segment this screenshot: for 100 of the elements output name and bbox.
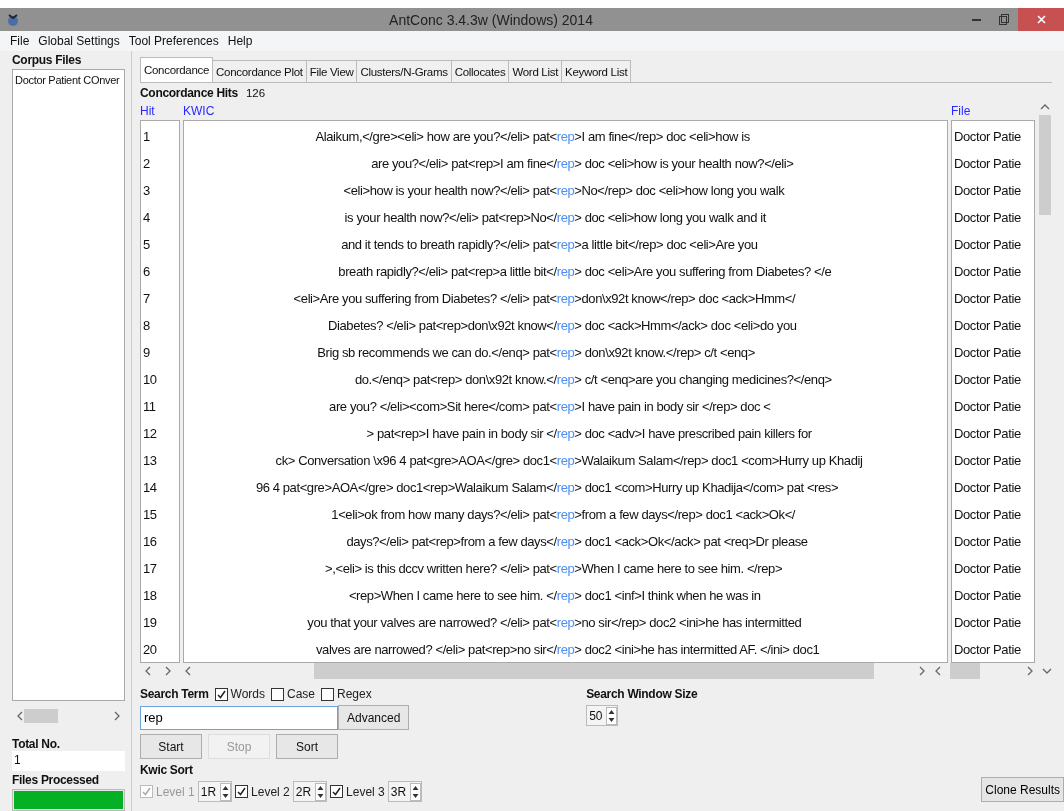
search-field[interactable]: rep [140, 705, 338, 730]
checkbox[interactable] [214, 687, 228, 701]
file-cell-text: Doctor Patie [953, 398, 1022, 416]
checkbox[interactable] [235, 785, 249, 798]
checkbox-label: Level 1 [156, 784, 195, 799]
kwic-line: > pat<rep>I have pain in body sir </rep> doc <adv>I have prescribed pain killers for [365, 425, 813, 443]
tab[interactable]: Keyword List [561, 60, 632, 82]
file-cell-text: Doctor Patie [953, 425, 1022, 443]
kwic-line: Alaikum,</gre><eli> how are you?</eli> pat<rep>I am fine</rep> doc <eli>how is [314, 128, 751, 146]
hit-number: 6 [142, 263, 151, 281]
scrollbar-thumb[interactable] [950, 663, 980, 679]
scrollbar-thumb[interactable] [24, 709, 58, 723]
hit-number: 9 [142, 344, 151, 362]
file-cell-text: Doctor Patie [953, 236, 1022, 254]
chevron-right-icon[interactable] [918, 666, 926, 676]
files-processed-label: Files Processed [12, 773, 100, 787]
app-icon [6, 12, 20, 27]
file-cell-text: Doctor Patie [953, 506, 1022, 524]
hits-label: Concordance Hits [140, 86, 238, 100]
file-cell-text: Doctor Patie [953, 371, 1022, 389]
kwic-line: ck> Conversation \x96 4 pat<gre>AOA</gre> doc1<rep>Walaikum Salam</rep> doc1 <com>Hurry up Khadij [274, 452, 864, 470]
kwic-line: <eli>how is your health now?</eli> pat<rep>No</rep> doc <eli>how long you walk [342, 182, 786, 200]
minimize-icon[interactable] [971, 18, 981, 21]
close-button[interactable] [1018, 8, 1064, 31]
hit-number: 8 [142, 317, 151, 335]
scrollbar-thumb[interactable] [1039, 115, 1051, 215]
chevron-left-icon[interactable] [16, 711, 24, 721]
restore-icon[interactable] [999, 14, 1009, 25]
checkbox[interactable] [321, 687, 334, 701]
file-cell-text: Doctor Patie [953, 263, 1022, 281]
checkbox[interactable] [330, 785, 344, 798]
kwic-line: days?</eli> pat<rep>from a few days</rep> doc1 <ack>Ok</ack> pat <req>Dr please [345, 533, 809, 551]
file-cell-text: Doctor Patie [953, 641, 1022, 659]
kwic-line: is your health now?</eli> pat<rep>No</rep> doc <eli>how long you walk and it [343, 209, 768, 227]
window-size-label: Search Window Size [586, 687, 698, 701]
kwic-line: are you?</eli> pat<rep>I am fine</rep> doc <eli>how is your health now?</eli> [370, 155, 795, 173]
chevron-up-icon[interactable] [1040, 103, 1050, 111]
hit-number: 1 [142, 128, 151, 146]
column-header[interactable]: Hit [140, 103, 180, 120]
window-title: AntConc 3.4.3w (Windows) 2014 [388, 11, 594, 28]
file-cell-text: Doctor Patie [953, 182, 1022, 200]
chevron-right-icon[interactable] [164, 666, 172, 676]
search-term-label: Search Term [140, 687, 209, 701]
checkbox[interactable] [270, 687, 284, 701]
scrollbar-thumb[interactable] [314, 663, 874, 679]
menu-item[interactable]: Help [227, 34, 253, 48]
clone-results-button[interactable]: Clone Results [981, 777, 1064, 802]
checkbox-label: Level 2 [251, 784, 290, 799]
file-cell-text: Doctor Patie [953, 479, 1022, 497]
checkbox-label: Level 3 [346, 784, 385, 799]
hit-number: 14 [142, 479, 158, 497]
column-header[interactable]: File [951, 103, 1035, 120]
hit-number: 2 [142, 155, 151, 173]
hit-number: 16 [142, 533, 158, 551]
file-cell-text: Doctor Patie [953, 290, 1022, 308]
menu-item[interactable]: File [10, 34, 30, 48]
chevron-down-icon[interactable] [1042, 667, 1052, 675]
kwic-line: breath rapidly?</eli> pat<rep>a little bit</rep> doc <eli>Are you suffering from Diabetes? </e [337, 263, 833, 281]
checkbox-label: Case [286, 687, 315, 701]
advanced-button[interactable]: Advanced [338, 705, 410, 730]
sort-level-spinner[interactable]: 3R [387, 781, 423, 802]
kwic-line: are you? </eli><com>Sit here</com> pat<rep>I have pain in body sir </rep> doc < [328, 398, 772, 416]
menu-item[interactable]: Global Settings [38, 34, 120, 48]
file-cell-text: Doctor Patie [953, 155, 1022, 173]
hit-number: 15 [142, 506, 158, 524]
hit-number: 11 [142, 398, 157, 416]
hit-number: 7 [142, 290, 151, 308]
total-label: Total No. [12, 737, 61, 751]
sort-level-spinner[interactable]: 2R [292, 781, 328, 802]
chevron-left-icon[interactable] [934, 666, 942, 676]
file-cell-text: Doctor Patie [953, 317, 1022, 335]
kwic-sort-label: Kwic Sort [140, 763, 194, 777]
chevron-left-icon[interactable] [184, 666, 192, 676]
kwic-line: <rep>When I came here to see him. </rep> doc1 <inf>I think when he was in [347, 587, 762, 605]
chevron-right-icon[interactable] [113, 711, 121, 721]
chevron-left-icon[interactable] [144, 666, 152, 676]
hit-number: 17 [142, 560, 158, 578]
hit-number: 3 [142, 182, 151, 200]
kwic-line: 96 4 pat<gre>AOA</gre> doc1<rep>Walaikum Salam</rep> doc1 <com>Hurry up Khadija</com> pat <res> [254, 479, 840, 497]
hit-number: 12 [142, 425, 158, 443]
tab[interactable]: Concordance [140, 57, 214, 82]
action-button[interactable]: Sort [276, 734, 338, 759]
menu-item[interactable]: Tool Preferences [128, 34, 219, 48]
kwic-line: 1<eli>ok from how many days?</eli> pat<rep>from a few days</rep> doc1 <ack>Ok</ [330, 506, 797, 524]
total-field: 1 [12, 751, 125, 771]
hit-number: 18 [142, 587, 158, 605]
chevron-right-icon[interactable] [1026, 666, 1034, 676]
hit-number: 19 [142, 614, 158, 632]
file-cell-text: Doctor Patie [953, 344, 1022, 362]
file-cell-text: Doctor Patie [953, 587, 1022, 605]
close-icon [1036, 15, 1046, 24]
corpus-file-item[interactable]: Doctor Patient COnver [15, 74, 122, 86]
file-cell-text: Doctor Patie [953, 128, 1022, 146]
hit-number: 10 [142, 371, 158, 389]
action-button[interactable]: Start [140, 734, 202, 759]
checkbox-label: Words [230, 687, 265, 701]
file-cell-text: Doctor Patie [953, 209, 1022, 227]
hit-number: 5 [142, 236, 151, 254]
column-header[interactable]: KWIC [183, 103, 948, 120]
window-size-spinner[interactable]: 50 [586, 705, 619, 726]
